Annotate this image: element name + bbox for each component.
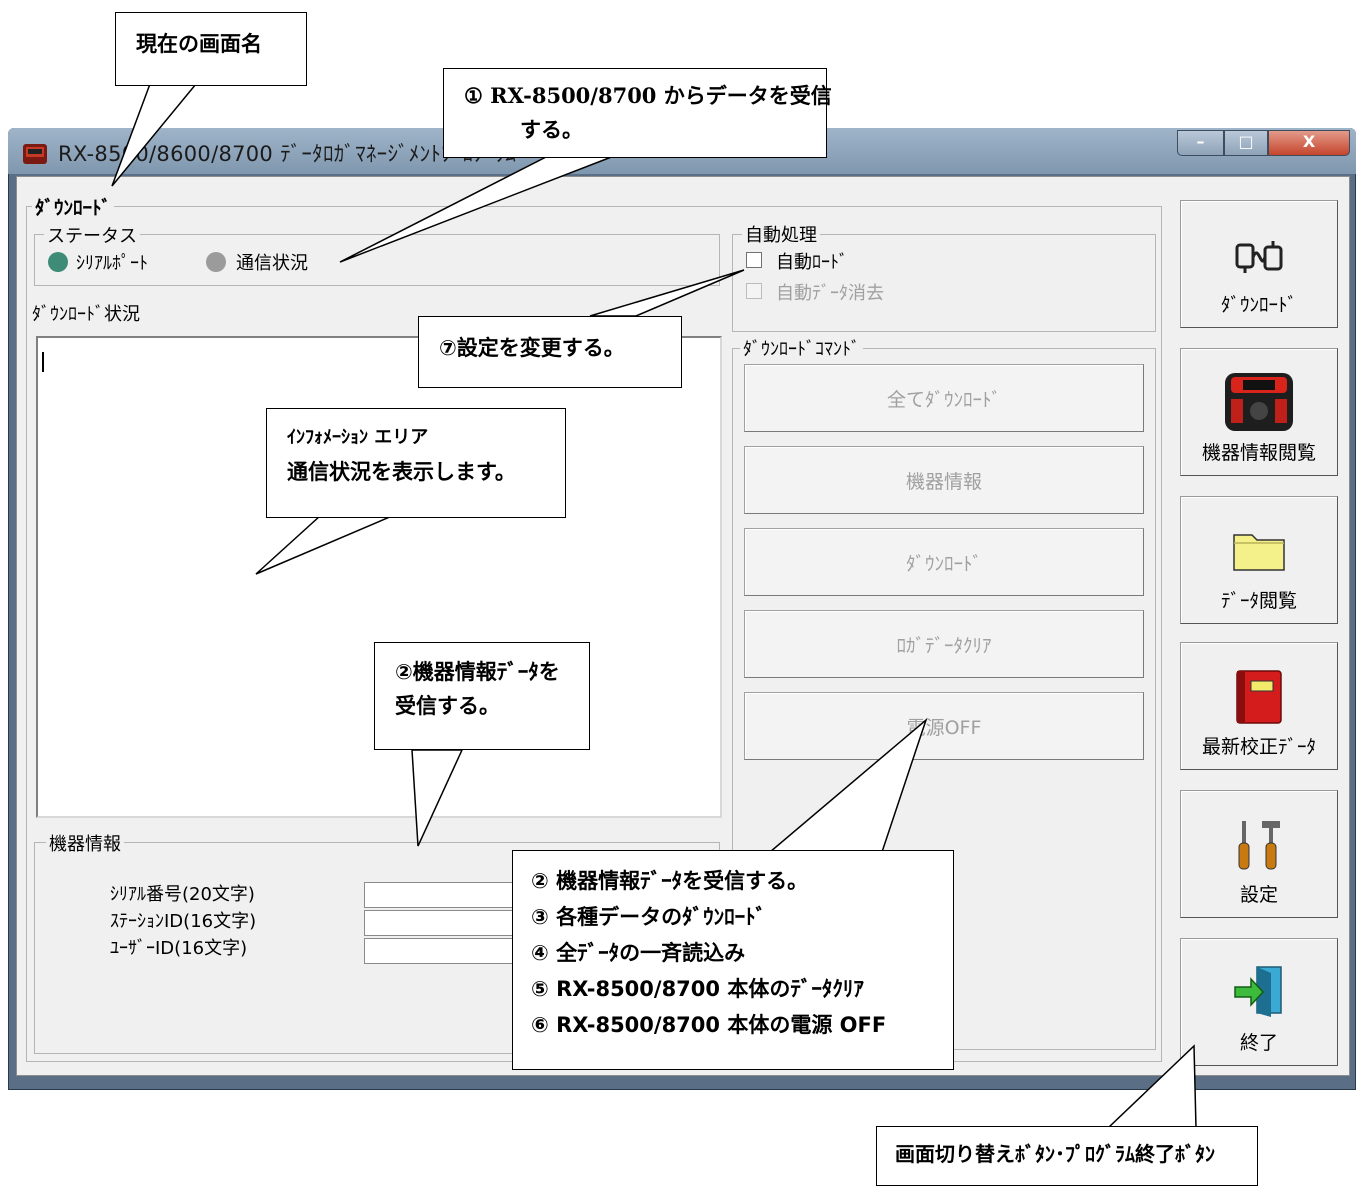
callout-info-area: ｲﾝﾌｫﾒｰｼｮﾝ エリア 通信状況を表示します。 bbox=[266, 408, 566, 518]
callout-screen-name-text: 現在の画面名 bbox=[136, 32, 262, 56]
callout-info-line2: 通信状況を表示します。 bbox=[287, 460, 516, 484]
callout-receive-line2: する。 bbox=[520, 117, 583, 142]
callout-nav-note-text: 画面切り替えﾎﾞﾀﾝ･ﾌﾟﾛｸﾞﾗﾑ終了ﾎﾞﾀﾝ bbox=[895, 1142, 1215, 1166]
callout-cmd-line3: ④ 全ﾃﾞｰﾀの一斉読込み bbox=[531, 941, 746, 965]
callout-settings-text: ⑦設定を変更する。 bbox=[439, 336, 625, 360]
callout-receive-line1: ① RX-8500/8700 からデータを受信 bbox=[464, 83, 832, 108]
callout-device-info: ②機器情報ﾃﾞｰﾀを 受信する。 bbox=[374, 642, 590, 750]
callout-devinfo-line2: 受信する。 bbox=[395, 694, 500, 718]
callout-nav-note: 画面切り替えﾎﾞﾀﾝ･ﾌﾟﾛｸﾞﾗﾑ終了ﾎﾞﾀﾝ bbox=[876, 1126, 1258, 1186]
callout-cmd-line2: ③ 各種データのﾀﾞｳﾝﾛｰﾄﾞ bbox=[531, 905, 767, 929]
callout-info-line1: ｲﾝﾌｫﾒｰｼｮﾝ エリア bbox=[287, 427, 429, 448]
callout-screen-name: 現在の画面名 bbox=[115, 12, 307, 86]
callout-devinfo-line1: ②機器情報ﾃﾞｰﾀを bbox=[395, 660, 560, 684]
callout-cmd-line5: ⑥ RX-8500/8700 本体の電源 OFF bbox=[531, 1013, 887, 1037]
callout-commands: ② 機器情報ﾃﾞｰﾀを受信する。 ③ 各種データのﾀﾞｳﾝﾛｰﾄﾞ ④ 全ﾃﾞｰ… bbox=[512, 850, 954, 1070]
callout-settings: ⑦設定を変更する。 bbox=[418, 316, 682, 388]
callout-cmd-line4: ⑤ RX-8500/8700 本体のﾃﾞｰﾀｸﾘｱ bbox=[531, 977, 864, 1001]
callout-cmd-line1: ② 機器情報ﾃﾞｰﾀを受信する。 bbox=[531, 869, 809, 893]
callout-receive-data: ① RX-8500/8700 からデータを受信 する。 bbox=[443, 68, 832, 158]
